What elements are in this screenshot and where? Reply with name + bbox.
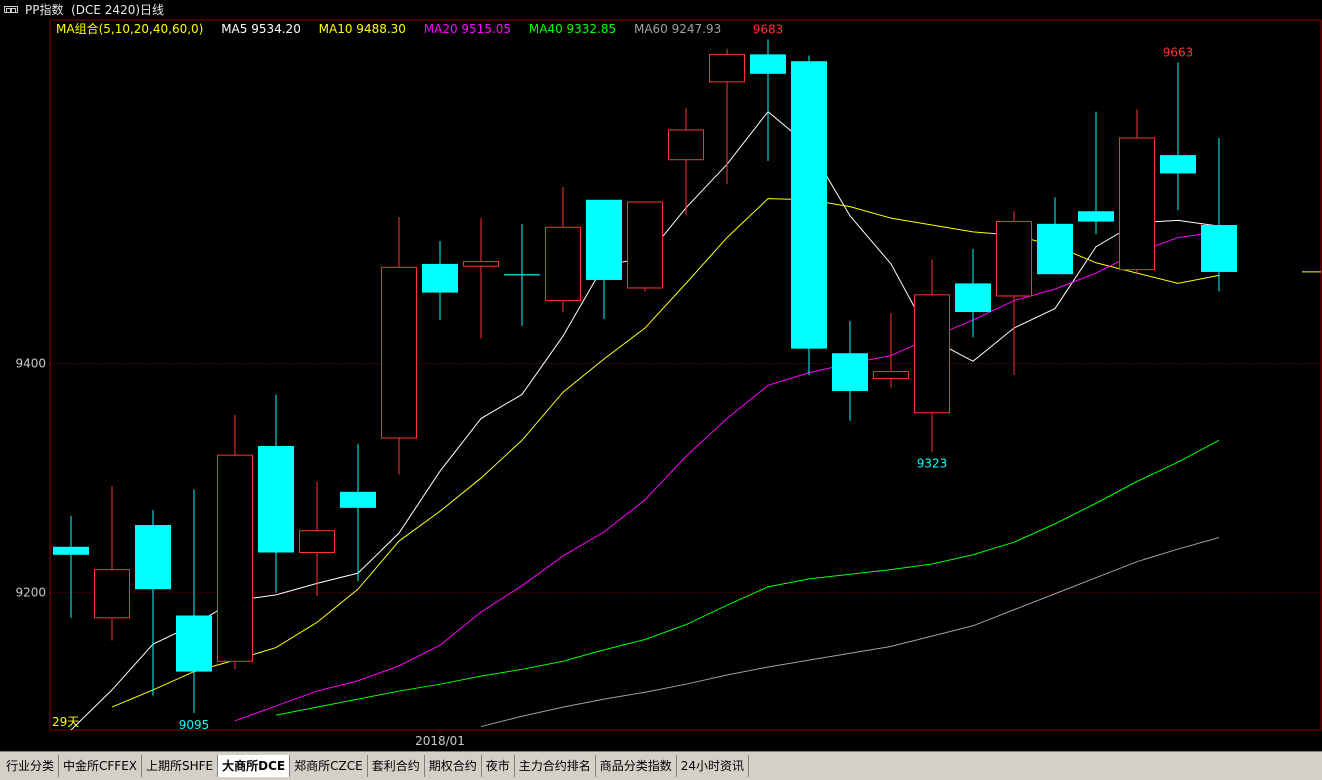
ma60-line (480, 537, 1220, 728)
candle-21 (914, 259, 950, 452)
candle-4 (217, 415, 253, 670)
ma-group-label: MA组合(5,10,20,40,60,0) (56, 22, 204, 36)
x-tick-label: 2018/01 (415, 734, 465, 748)
candle-body (217, 454, 253, 662)
tab-0[interactable]: 行业分类 (2, 755, 60, 777)
ma40-legend: MA40 9332.85 (528, 22, 617, 36)
window-title-bar: PP指数 (DCE 2420)日线 (0, 0, 1322, 20)
candle-body (176, 615, 212, 672)
ma60-legend: MA60 9247.93 (633, 22, 722, 36)
tab-10[interactable]: 24小时资讯 (677, 755, 750, 777)
candle-body (1201, 224, 1237, 272)
days-count-label: 29天 (52, 715, 79, 729)
candle-2 (135, 510, 171, 696)
candle-body (709, 53, 745, 83)
candlestick-chart[interactable]: 9200 9400 2018/01 29天 9683 9663 9323 9095 (0, 19, 1322, 751)
candle-body (94, 569, 130, 619)
tab-2[interactable]: 上期所SHFE (142, 755, 219, 777)
candle-23 (996, 211, 1032, 375)
price-annotation: 9323 (917, 457, 948, 471)
candle-body (1160, 155, 1196, 174)
candle-28 (1201, 137, 1237, 292)
candle-body (545, 226, 581, 302)
tab-4[interactable]: 郑商所CZCE (290, 755, 368, 777)
market-tab-bar: 行业分类 中金所CFFEX 上期所SHFE 大商所DCE 郑商所CZCE 套利合约 期权合约… (0, 751, 1322, 780)
candle-13 (586, 199, 622, 319)
candle-18 (791, 55, 827, 375)
candle-body (914, 294, 950, 414)
candle-25 (1078, 111, 1114, 235)
candle-body (1078, 211, 1114, 222)
price-annotation: 9663 (1163, 45, 1194, 59)
ma-legend: MA组合(5,10,20,40,60,0) MA5 9534.20 MA10 9… (56, 20, 735, 38)
candle-body (422, 263, 458, 293)
candle-10 (463, 218, 499, 339)
candle-9 (422, 241, 458, 321)
candle-1 (94, 486, 130, 641)
candle-14 (627, 201, 663, 292)
window-title: PP指数 (DCE 2420)日线 (25, 3, 165, 17)
candle-body (258, 446, 294, 553)
candle-24 (1037, 197, 1073, 275)
price-annotation: 9683 (753, 22, 784, 36)
candle-22 (955, 249, 991, 338)
candle-body (627, 201, 663, 289)
tab-5[interactable]: 套利合约 (368, 755, 425, 777)
candle-body (135, 525, 171, 590)
candle-body (668, 129, 704, 161)
candle-0 (53, 515, 89, 618)
tab-6[interactable]: 期权合约 (425, 755, 482, 777)
candle-body (340, 491, 376, 508)
candle-body (586, 199, 622, 280)
window-icon[interactable] (4, 6, 18, 13)
tab-7[interactable]: 夜市 (482, 755, 515, 777)
candle-body (1037, 223, 1073, 275)
candle-body (955, 283, 991, 313)
candle-body (873, 371, 909, 379)
candle-19 (832, 321, 868, 421)
candle-body (463, 261, 499, 267)
tab-3[interactable]: 大商所DCE (218, 755, 291, 777)
candle-body (53, 546, 89, 555)
candle-3 (176, 489, 212, 713)
candle-11 (504, 223, 540, 326)
ma20-legend: MA20 9515.05 (423, 22, 512, 36)
candle-body (1119, 137, 1155, 271)
candle-body (996, 221, 1032, 297)
candle-26 (1119, 109, 1155, 274)
tab-8[interactable]: 主力合约排名 (515, 755, 596, 777)
candle-body (504, 274, 540, 276)
candle-5 (258, 394, 294, 593)
candle-body (832, 353, 868, 392)
y-tick-label: 9400 (15, 357, 46, 371)
candle-6 (299, 481, 335, 597)
candle-body (381, 266, 417, 439)
candle-12 (545, 187, 581, 313)
candle-body (791, 61, 827, 349)
candle-body (299, 530, 335, 554)
y-tick-label: 9200 (15, 586, 46, 600)
candle-15 (668, 108, 704, 215)
candle-16 (709, 48, 745, 184)
ma5-legend: MA5 9534.20 (221, 22, 301, 36)
candle-17 (750, 39, 786, 161)
candle-body (750, 54, 786, 74)
price-annotation: 9095 (179, 718, 210, 732)
candle-27 (1160, 62, 1196, 211)
candle-8 (381, 216, 417, 475)
tab-1[interactable]: 中金所CFFEX (59, 755, 143, 777)
tab-9[interactable]: 商品分类指数 (596, 755, 677, 777)
ma10-legend: MA10 9488.30 (318, 22, 406, 36)
ma40-line (275, 439, 1220, 716)
